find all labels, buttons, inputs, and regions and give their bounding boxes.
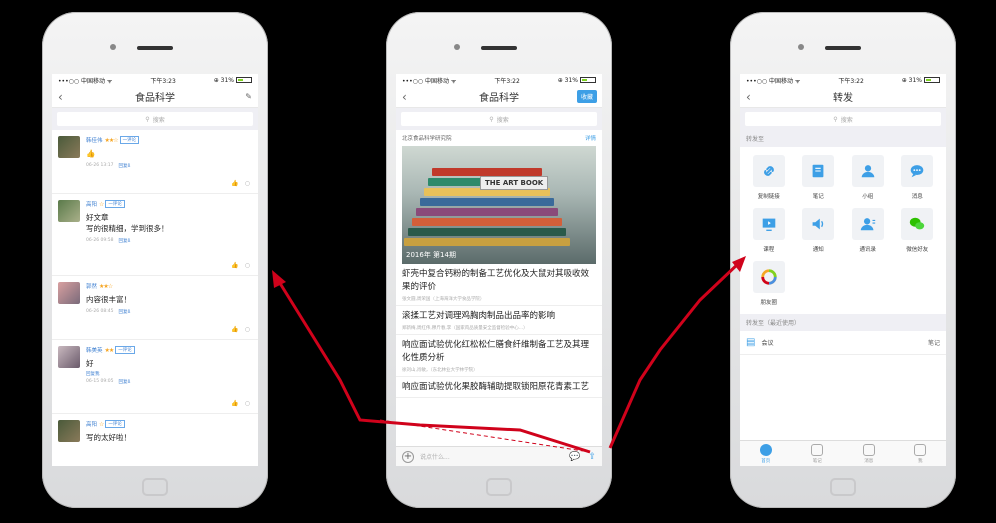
share-wechat[interactable]: 微信好友 xyxy=(893,208,943,253)
article-item[interactable]: 滚揉工艺对调理鸡胸肉制品出品率的影响 郑新梅,周红伟,穆斤春,李（国家肉品质量安… xyxy=(396,306,602,335)
avatar[interactable] xyxy=(58,200,80,222)
org-row[interactable]: 北京食品科学研究院 详情 xyxy=(396,130,602,146)
tab-home[interactable]: 首页 xyxy=(740,441,792,466)
page-title: 食品科学 xyxy=(479,93,519,104)
stage: •••○○ 中国移动 ᯤ 下午3:23 ⊕ 31% ‹ 食品科学 ✎ ⚲ 搜索 韩… xyxy=(0,0,996,523)
edit-icon[interactable]: ✎ xyxy=(245,92,252,101)
share-link[interactable]: 复制链接 xyxy=(744,155,794,200)
share-group[interactable]: 小组 xyxy=(843,155,893,200)
home-button[interactable] xyxy=(830,478,856,496)
phone-articles: •••○○ 中国移动 ᯤ 下午3:22 ⊕ 31% ‹ 食品科学 收藏 ⚲ 搜索 … xyxy=(386,12,612,508)
share-moments[interactable]: 朋友圈 xyxy=(744,261,794,306)
share-contacts[interactable]: 通讯录 xyxy=(843,208,893,253)
camera xyxy=(454,44,460,50)
section-label: 转发至 xyxy=(740,130,946,147)
speaker xyxy=(137,46,173,50)
contacts-icon xyxy=(860,218,875,231)
recent-item[interactable]: ▤ 会议 笔记 xyxy=(740,331,946,355)
comment-bar: + 说点什么... 💬 ⇪ xyxy=(396,446,602,466)
notice-icon xyxy=(812,218,824,230)
search-icon: ⚲ xyxy=(833,115,838,123)
list-item: 韩美英 ★★ 一评论 好 回复我 06-15 09:05 回复ß 👍 ○ xyxy=(52,340,258,414)
list-item: 韩佳伟 ★★☆ 一评论 👍 06-26 13:17 回复ß 👍 ○ xyxy=(52,130,258,194)
page-title: 转发 xyxy=(833,93,853,104)
tab-me[interactable]: 我 xyxy=(895,441,947,466)
page-title: 食品科学 xyxy=(135,93,175,104)
avatar[interactable] xyxy=(58,282,80,304)
group-icon xyxy=(861,165,875,178)
avatar[interactable] xyxy=(58,136,80,158)
avatar[interactable] xyxy=(58,420,80,442)
back-button[interactable]: ‹ xyxy=(746,90,751,104)
camera xyxy=(110,44,116,50)
search-input[interactable]: ⚲ 搜索 xyxy=(745,112,941,126)
avatar[interactable] xyxy=(58,346,80,368)
camera xyxy=(798,44,804,50)
article-item[interactable]: 响应面试验优化果胶酶辅助提取锁阳原花青素工艺 xyxy=(396,377,602,398)
moments-icon xyxy=(761,269,777,285)
like-icon[interactable]: 👍 xyxy=(231,180,238,187)
comment-icon[interactable]: ○ xyxy=(245,400,250,407)
phone-comments: •••○○ 中国移动 ᯤ 下午3:23 ⊕ 31% ‹ 食品科学 ✎ ⚲ 搜索 韩… xyxy=(42,12,268,508)
article-item[interactable]: 虾壳中复合钙粉的制备工艺优化及大鼠对其吸收效果的评价 张文圆,周荣国（上海海洋大… xyxy=(396,264,602,306)
journal-banner[interactable]: THE ART BOOK 2016年 第14期 xyxy=(402,146,596,264)
comment-icon[interactable]: ○ xyxy=(245,180,250,187)
comment-icon[interactable]: 💬 xyxy=(569,452,580,462)
like-icon[interactable]: 👍 xyxy=(231,326,238,333)
plus-icon[interactable]: + xyxy=(402,450,414,463)
list-item: 郭然 ★★☆ 内容很丰富！ 06-26 08:45 回复ß 👍 ○ xyxy=(52,276,258,340)
home-icon xyxy=(759,443,772,456)
screen-articles: •••○○ 中国移动 ᯤ 下午3:22 ⊕ 31% ‹ 食品科学 收藏 ⚲ 搜索 … xyxy=(396,74,602,466)
speaker xyxy=(481,46,517,50)
share-note[interactable]: 笔记 xyxy=(794,155,844,200)
comment-icon[interactable]: ○ xyxy=(245,326,250,333)
link-icon xyxy=(763,166,774,176)
comment-icon[interactable]: ○ xyxy=(245,262,250,269)
search-input[interactable]: ⚲ 搜索 xyxy=(57,112,253,126)
search-input[interactable]: ⚲ 搜索 xyxy=(401,112,597,126)
tab-bar: 首页 笔记 消息 我 xyxy=(740,440,946,466)
like-icon[interactable]: 👍 xyxy=(231,262,238,269)
status-bar: •••○○ 中国移动 ᯤ 下午3:22 ⊕ 31% xyxy=(740,74,946,86)
back-button[interactable]: ‹ xyxy=(402,90,407,104)
message-icon xyxy=(910,165,924,178)
wechat-icon xyxy=(910,217,925,230)
phone-forward: •••○○ 中国移动 ᯤ 下午3:22 ⊕ 31% ‹ 转发 ⚲ 搜索 转发至 复… xyxy=(730,12,956,508)
screen-forward: •••○○ 中国移动 ᯤ 下午3:22 ⊕ 31% ‹ 转发 ⚲ 搜索 转发至 复… xyxy=(740,74,946,466)
share-grid: 复制链接 笔记 小组 消息 课程 通知 通讯录 微信好友 朋友圈 xyxy=(740,147,946,314)
status-bar: •••○○ 中国移动 ᯤ 下午3:22 ⊕ 31% xyxy=(396,74,602,86)
list-item: 高阳 ☆ 一评论 好文章 写的很精细，学到很多！ 06-26 09:58 回复ß 👍 ○ xyxy=(52,194,258,276)
home-button[interactable] xyxy=(486,478,512,496)
share-message[interactable]: 消息 xyxy=(893,155,943,200)
navbar: ‹ 食品科学 收藏 xyxy=(396,86,602,108)
tab-messages[interactable]: 消息 xyxy=(843,441,895,466)
list-item: 高阳 ☆ 一评论 写的太好啦！ xyxy=(52,414,258,466)
note-icon xyxy=(812,164,824,178)
user-icon xyxy=(914,443,927,456)
home-button[interactable] xyxy=(142,478,168,496)
share-course[interactable]: 课程 xyxy=(744,208,794,253)
navbar: ‹ 食品科学 ✎ xyxy=(52,86,258,108)
search-icon: ⚲ xyxy=(489,115,494,123)
article-item[interactable]: 响应面试验优化红松松仁膳食纤维制备工艺及其理化性质分析 徐刘山,肖敏，（东北林业… xyxy=(396,335,602,377)
status-bar: •••○○ 中国移动 ᯤ 下午3:23 ⊕ 31% xyxy=(52,74,258,86)
speaker xyxy=(825,46,861,50)
screen-comments: •••○○ 中国移动 ᯤ 下午3:23 ⊕ 31% ‹ 食品科学 ✎ ⚲ 搜索 韩… xyxy=(52,74,258,466)
tab-notes[interactable]: 笔记 xyxy=(792,441,844,466)
comment-input[interactable]: 说点什么... xyxy=(420,452,450,461)
section-label-recent: 转发至（最近使用） xyxy=(740,314,946,331)
folder-icon: ▤ xyxy=(746,337,756,348)
favorite-button[interactable]: 收藏 xyxy=(576,90,597,103)
navbar: ‹ 转发 xyxy=(740,86,946,108)
share-notice[interactable]: 通知 xyxy=(794,208,844,253)
like-icon[interactable]: 👍 xyxy=(231,400,238,407)
note-icon xyxy=(811,443,824,456)
course-icon xyxy=(762,218,776,231)
back-button[interactable]: ‹ xyxy=(58,90,63,104)
search-icon: ⚲ xyxy=(145,115,150,123)
message-icon xyxy=(862,443,875,456)
share-icon[interactable]: ⇪ xyxy=(588,452,596,462)
